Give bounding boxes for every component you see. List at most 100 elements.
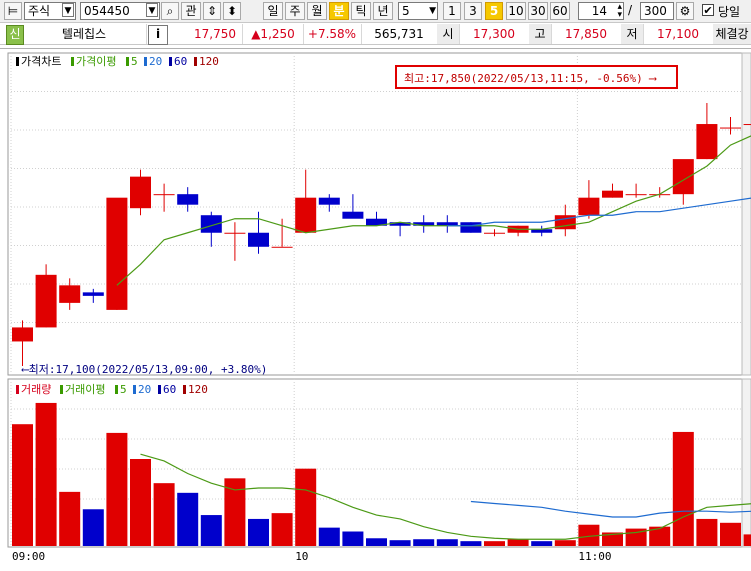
interval-select[interactable]: 5▼	[398, 2, 438, 20]
volume-bar	[154, 483, 175, 546]
candle-body	[696, 124, 717, 159]
period-year[interactable]: 년	[373, 2, 393, 20]
candle-body	[154, 194, 175, 195]
today-label: 당일	[718, 3, 740, 20]
candle-body	[83, 292, 104, 296]
period-tick[interactable]: 틱	[351, 2, 371, 20]
volume-bar	[366, 538, 387, 546]
low-label: 저	[621, 24, 644, 44]
volume-bar	[248, 519, 269, 546]
candle-body	[106, 198, 127, 310]
candle-body	[36, 275, 57, 328]
chart-svg[interactable]: 가격차트가격이평52060120거래량거래이평52060120최고:17,850…	[0, 49, 751, 568]
volume-legend-item: 거래이평	[65, 383, 105, 396]
candle-body	[460, 222, 481, 233]
open-label: 시	[437, 24, 460, 44]
candle-body	[342, 212, 363, 219]
chevron-down-icon: ▼	[146, 3, 158, 17]
stock-name[interactable]: 텔레칩스	[22, 24, 147, 44]
price-legend-swatch	[16, 57, 19, 66]
volume-bar	[555, 540, 576, 546]
volume-legend-item: 거래량	[21, 383, 51, 396]
candle-body	[177, 194, 198, 205]
quote-bar: 신 텔레칩스 i 17,750 ▲1,250 +7.58% 565,731 시 …	[0, 24, 751, 45]
volume-bar	[390, 540, 411, 546]
current-price: 17,750	[170, 24, 243, 44]
gwan-button[interactable]: 관	[181, 2, 201, 20]
price-legend-item: 가격차트	[21, 55, 61, 68]
volume-bar	[319, 528, 340, 546]
price-legend-swatch	[71, 57, 74, 66]
candle-body	[484, 233, 505, 234]
info-button[interactable]: i	[148, 25, 168, 45]
interval-3[interactable]: 3	[464, 2, 482, 20]
price-scrollbar	[742, 53, 751, 375]
volume-bar	[201, 515, 222, 546]
volume-bar	[413, 539, 434, 546]
open-price: 17,300	[459, 24, 530, 44]
high-label: 고	[529, 24, 552, 44]
volume-bar	[508, 539, 529, 546]
period-minute[interactable]: 분	[329, 2, 349, 20]
candle-body	[720, 128, 741, 129]
volume-bar	[224, 478, 245, 546]
price-legend-item: 5	[131, 55, 138, 68]
menu-icon[interactable]: ⊨	[4, 2, 22, 20]
interval-5[interactable]: 5	[485, 2, 503, 20]
volume-bar	[531, 541, 552, 546]
period-week[interactable]: 주	[285, 2, 305, 20]
volume-bar	[295, 469, 316, 546]
volume-bar	[437, 539, 458, 546]
volume: 565,731	[361, 24, 438, 44]
volume-bar	[696, 519, 717, 546]
toolbar: ⊨ 주식▼ 054450▼ ⌕ 관 ⇕ ⬍ 일 주 월 분 틱 년 5▼ 1 3…	[0, 0, 751, 23]
change-percent: +7.58%	[303, 24, 362, 44]
volume-bar	[106, 433, 127, 546]
volume-bar	[59, 492, 80, 546]
price-legend-swatch	[194, 57, 197, 66]
price-legend-item: 20	[149, 55, 162, 68]
stock-code-input[interactable]: 054450▼	[80, 2, 160, 20]
price-legend-item: 120	[199, 55, 219, 68]
volume-legend-item: 5	[120, 383, 127, 396]
volume-scrollbar	[742, 379, 751, 547]
max-count-input[interactable]: 300	[640, 2, 674, 20]
today-checkbox[interactable]: ✔	[702, 4, 714, 16]
slash: /	[628, 3, 632, 17]
x-tick-label: 11:00	[578, 550, 611, 563]
scroll-icon[interactable]: ⇕	[203, 2, 221, 20]
market-select[interactable]: 주식▼	[24, 2, 76, 20]
candle-body	[295, 198, 316, 233]
candle-body	[248, 233, 269, 247]
candle-body	[578, 198, 599, 216]
period-day[interactable]: 일	[263, 2, 283, 20]
price-legend-swatch	[169, 57, 172, 66]
interval-10[interactable]: 10	[506, 2, 526, 20]
volume-bar	[177, 493, 198, 546]
exec-strength-label: 체결강	[713, 24, 751, 44]
period-month[interactable]: 월	[307, 2, 327, 20]
volume-legend-swatch	[133, 385, 136, 394]
x-tick-label: 09:00	[12, 550, 45, 563]
candle-body	[319, 198, 340, 205]
volume-legend-item: 20	[138, 383, 151, 396]
min-note: ⟵최저:17,100(2022/05/13,09:00, +3.80%)	[21, 363, 267, 376]
price-change: ▲1,250	[243, 24, 304, 44]
chevron-down-icon: ▼	[62, 3, 74, 17]
chart-panel: 가격차트가격이평52060120거래량거래이평52060120최고:17,850…	[0, 48, 751, 568]
interval-1[interactable]: 1	[443, 2, 461, 20]
candle-body	[272, 247, 293, 248]
candle-body	[602, 191, 623, 198]
interval-30[interactable]: 30	[528, 2, 548, 20]
chart-settings-icon[interactable]: ⚙	[676, 2, 694, 20]
volume-bar	[12, 424, 33, 546]
interval-60[interactable]: 60	[550, 2, 570, 20]
candle-body	[626, 194, 647, 195]
search-icon[interactable]: ⌕	[161, 2, 179, 20]
volume-legend-swatch	[115, 385, 118, 394]
high-price: 17,850	[551, 24, 622, 44]
volume-legend-item: 60	[163, 383, 176, 396]
candle-body	[59, 285, 80, 303]
count-input[interactable]: 14▴▾	[578, 2, 624, 20]
updown-icon[interactable]: ⬍	[223, 2, 241, 20]
